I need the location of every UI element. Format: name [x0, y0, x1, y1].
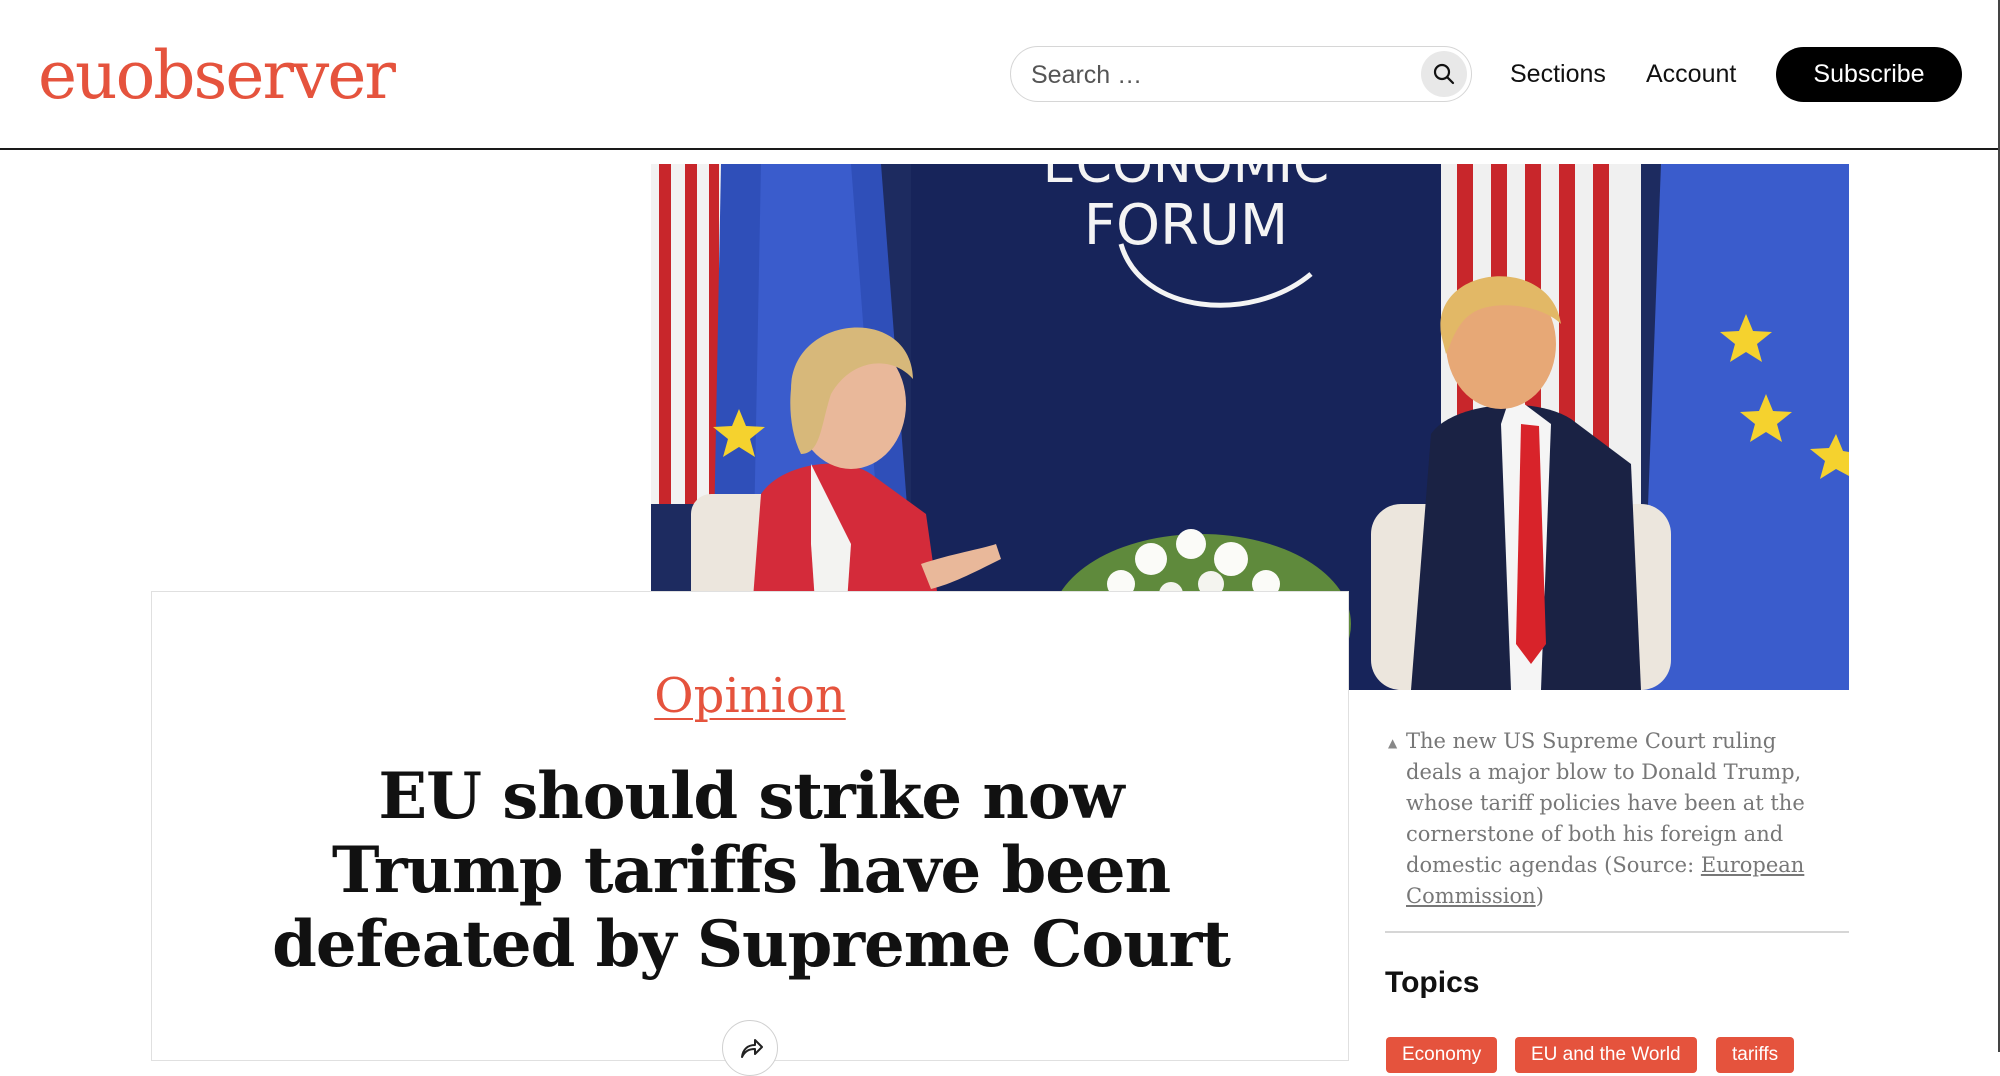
subscribe-button[interactable]: Subscribe: [1776, 47, 1962, 102]
image-caption: ▲ The new US Supreme Court ruling deals …: [1388, 726, 1806, 912]
article-category: Opinion: [152, 668, 1348, 724]
divider: [1385, 931, 1849, 933]
search-input[interactable]: [1029, 57, 1399, 93]
topic-tag-eu-world[interactable]: EU and the World: [1515, 1037, 1697, 1073]
nav-account[interactable]: Account: [1646, 56, 1736, 92]
site-header: euobserver Sections Account Subscribe: [0, 0, 2000, 150]
topic-tag-tariffs[interactable]: tariffs: [1716, 1037, 1795, 1073]
share-icon: [741, 1039, 763, 1058]
site-logo[interactable]: euobserver: [38, 36, 396, 116]
caption-arrow-icon: ▲: [1388, 736, 1398, 750]
caption-end: ): [1535, 884, 1544, 908]
topic-tag-economy[interactable]: Economy: [1386, 1037, 1498, 1073]
search-icon: [1433, 63, 1455, 85]
category-link[interactable]: Opinion: [654, 668, 846, 724]
article-card: Opinion EU should strike now Trump tarif…: [151, 591, 1349, 1076]
backdrop-text-1: ECONOMIC: [1043, 164, 1329, 195]
nav-sections[interactable]: Sections: [1510, 56, 1606, 92]
search-button[interactable]: [1421, 51, 1467, 97]
search-box: [1010, 46, 1472, 102]
backdrop-text-2: FORUM: [1084, 193, 1289, 258]
article-headline: EU should strike now Trump tariffs have …: [272, 759, 1231, 982]
share-button[interactable]: [722, 1020, 778, 1076]
topics-heading: Topics: [1385, 966, 1480, 999]
